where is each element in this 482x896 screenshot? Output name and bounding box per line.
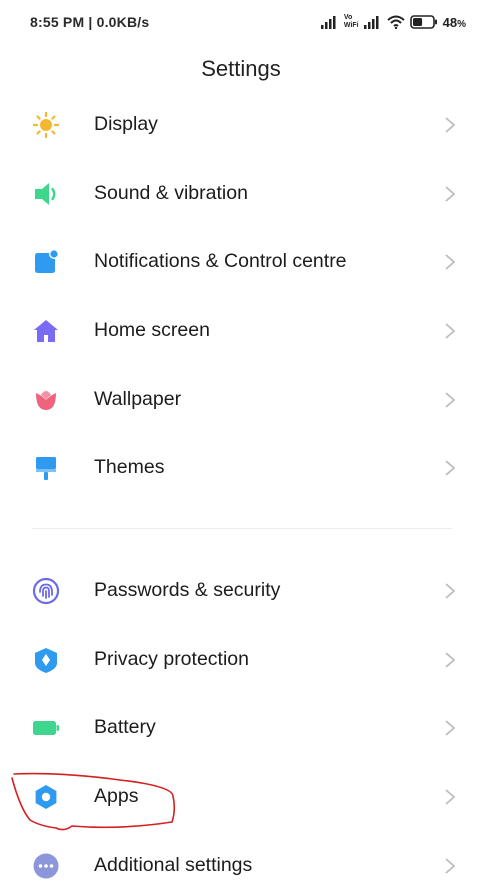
settings-item-label: Additional settings <box>94 854 253 876</box>
chevron-right-icon <box>445 652 456 668</box>
status-icons: Vo WiFi 48% <box>320 12 466 32</box>
chevron-right-icon <box>445 186 456 202</box>
battery-percentage: 48% <box>442 14 466 30</box>
settings-item-label: Themes <box>94 456 165 478</box>
notification-icon <box>35 249 59 273</box>
home-icon <box>34 320 58 342</box>
settings-item-additional-settings[interactable]: Additional settings <box>0 836 482 896</box>
battery-status-icon <box>409 15 437 29</box>
vowifi-line1: Vo <box>343 14 353 21</box>
paintbrush-icon <box>36 457 56 480</box>
chevron-right-icon <box>445 789 456 805</box>
settings-item-label: Sound & vibration <box>94 182 248 204</box>
sun-icon <box>32 111 60 139</box>
settings-item-label: Home screen <box>94 319 210 341</box>
settings-item-notifications[interactable]: Notifications & Control centre <box>0 232 482 292</box>
settings-item-passwords-security[interactable]: Passwords & security <box>0 561 482 621</box>
chevron-right-icon <box>445 254 456 270</box>
vowifi-indicator: Vo WiFi <box>344 14 359 30</box>
chevron-right-icon <box>445 392 456 408</box>
settings-item-label: Apps <box>94 785 139 807</box>
settings-item-sound-vibration[interactable]: Sound & vibration <box>0 164 482 224</box>
chevron-right-icon <box>445 460 456 476</box>
vowifi-line2: WiFi <box>343 22 359 29</box>
chevron-right-icon <box>445 858 456 874</box>
wifi-icon <box>386 15 405 29</box>
battery-icon <box>33 721 59 735</box>
settings-item-label: Privacy protection <box>94 648 249 670</box>
settings-item-label: Wallpaper <box>94 388 182 410</box>
status-bar: 8:55 PM | 0.0KB/s Vo WiFi 48% <box>0 0 482 44</box>
settings-item-label: Display <box>94 113 158 135</box>
signal-icon-2 <box>363 16 379 29</box>
settings-item-privacy-protection[interactable]: Privacy protection <box>0 630 482 690</box>
fingerprint-icon <box>32 577 60 605</box>
settings-item-display[interactable]: Display <box>0 95 482 155</box>
section-divider <box>32 528 452 529</box>
signal-icon <box>320 16 336 29</box>
settings-item-label: Battery <box>94 716 156 738</box>
settings-item-home-screen[interactable]: Home screen <box>0 301 482 361</box>
settings-item-apps[interactable]: Apps <box>0 767 482 827</box>
chevron-right-icon <box>445 583 456 599</box>
settings-item-themes[interactable]: Themes <box>0 438 482 498</box>
chevron-right-icon <box>445 323 456 339</box>
settings-item-wallpaper[interactable]: Wallpaper <box>0 370 482 430</box>
chevron-right-icon <box>445 117 456 133</box>
tulip-icon <box>36 391 56 410</box>
shield-icon <box>35 648 57 673</box>
status-time-speed: 8:55 PM | 0.0KB/s <box>30 14 150 30</box>
settings-item-label: Passwords & security <box>94 579 281 601</box>
chevron-right-icon <box>445 720 456 736</box>
settings-item-label: Notifications & Control centre <box>94 250 347 272</box>
gear-icon <box>35 785 57 809</box>
more-dots-icon <box>33 853 59 879</box>
speaker-icon <box>35 183 56 205</box>
settings-item-battery[interactable]: Battery <box>0 698 482 758</box>
page-title: Settings <box>201 56 281 81</box>
